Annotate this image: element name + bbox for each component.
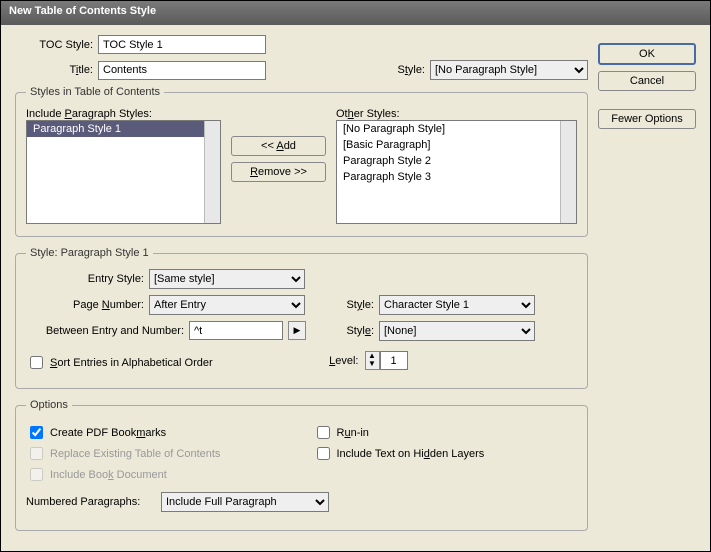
- cancel-button[interactable]: Cancel: [598, 71, 696, 91]
- replace-label: Replace Existing Table of Contents: [50, 448, 220, 460]
- entry-style-label: Entry Style:: [26, 273, 144, 285]
- pn-style-label: Style:: [328, 299, 374, 311]
- pdf-bookmarks-checkbox[interactable]: Create PDF Bookmarks: [26, 423, 291, 442]
- scrollbar[interactable]: [204, 121, 220, 223]
- replace-checkbox: Replace Existing Table of Contents: [26, 444, 291, 463]
- runin-checkbox[interactable]: Run-in: [313, 423, 578, 442]
- options-legend: Options: [26, 399, 72, 411]
- level-label: Level:: [313, 355, 359, 367]
- hidden-checkbox[interactable]: Include Text on Hidden Layers: [313, 444, 578, 463]
- between-flyout-button[interactable]: ▶: [288, 321, 306, 340]
- other-listbox[interactable]: [No Paragraph Style] [Basic Paragraph] P…: [336, 120, 577, 224]
- hidden-label: Include Text on Hidden Layers: [337, 448, 485, 460]
- title-label: Title:: [15, 64, 93, 76]
- titlebar: New Table of Contents Style: [1, 1, 710, 25]
- spinner-buttons[interactable]: ▲▼: [365, 351, 380, 370]
- page-number-select[interactable]: After Entry: [149, 295, 305, 315]
- list-item[interactable]: Paragraph Style 1: [27, 121, 220, 137]
- between-label: Between Entry and Number:: [26, 325, 184, 337]
- title-style-label: Style:: [379, 64, 425, 76]
- style-detail-group: Style: Paragraph Style 1 Entry Style: [S…: [15, 247, 588, 389]
- title-style-select[interactable]: [No Paragraph Style]: [430, 60, 588, 80]
- toc-style-input[interactable]: [98, 35, 266, 54]
- list-item[interactable]: Paragraph Style 3: [337, 169, 576, 185]
- pdf-checkbox-input[interactable]: [30, 426, 43, 439]
- sort-checkbox-input[interactable]: [30, 356, 43, 369]
- styles-group: Styles in Table of Contents Include Para…: [15, 86, 588, 237]
- ok-button[interactable]: OK: [598, 43, 696, 65]
- pn-style-select[interactable]: Character Style 1: [379, 295, 535, 315]
- entry-style-select[interactable]: [Same style]: [149, 269, 305, 289]
- replace-checkbox-input: [30, 447, 43, 460]
- book-checkbox-input: [30, 468, 43, 481]
- hidden-checkbox-input[interactable]: [317, 447, 330, 460]
- remove-button[interactable]: Remove >>: [231, 162, 326, 182]
- level-input[interactable]: [380, 351, 408, 370]
- toc-style-label: TOC Style:: [15, 39, 93, 51]
- other-label: Other Styles:: [336, 108, 577, 120]
- numbered-label: Numbered Paragraphs:: [26, 496, 156, 508]
- book-checkbox: Include Book Document: [26, 465, 291, 484]
- include-label: Include Paragraph Styles:: [26, 108, 221, 120]
- between-input[interactable]: [189, 321, 283, 340]
- title-input[interactable]: [98, 61, 266, 80]
- be-style-select[interactable]: [None]: [379, 321, 535, 341]
- numbered-select[interactable]: Include Full Paragraph: [161, 492, 329, 512]
- include-listbox[interactable]: Paragraph Style 1: [26, 120, 221, 224]
- fewer-options-button[interactable]: Fewer Options: [598, 109, 696, 129]
- list-item[interactable]: [No Paragraph Style]: [337, 121, 576, 137]
- runin-label: Run-in: [337, 427, 369, 439]
- dialog: New Table of Contents Style TOC Style: T…: [0, 0, 711, 552]
- styles-legend: Styles in Table of Contents: [26, 86, 164, 98]
- list-item[interactable]: Paragraph Style 2: [337, 153, 576, 169]
- scrollbar[interactable]: [560, 121, 576, 223]
- dialog-title: New Table of Contents Style: [9, 5, 156, 17]
- add-button[interactable]: << Add: [231, 136, 326, 156]
- level-spinner[interactable]: ▲▼: [364, 351, 408, 370]
- list-item[interactable]: [Basic Paragraph]: [337, 137, 576, 153]
- sort-label: Sort Entries in Alphabetical Order: [50, 357, 213, 369]
- options-group: Options Create PDF Bookmarks Replace Exi…: [15, 399, 588, 531]
- style-detail-legend: Style: Paragraph Style 1: [26, 247, 153, 259]
- page-number-label: Page Number:: [26, 299, 144, 311]
- sort-checkbox[interactable]: Sort Entries in Alphabetical Order: [26, 353, 291, 372]
- be-style-label: Style:: [328, 325, 374, 337]
- pdf-label: Create PDF Bookmarks: [50, 427, 166, 439]
- book-label: Include Book Document: [50, 469, 167, 481]
- runin-checkbox-input[interactable]: [317, 426, 330, 439]
